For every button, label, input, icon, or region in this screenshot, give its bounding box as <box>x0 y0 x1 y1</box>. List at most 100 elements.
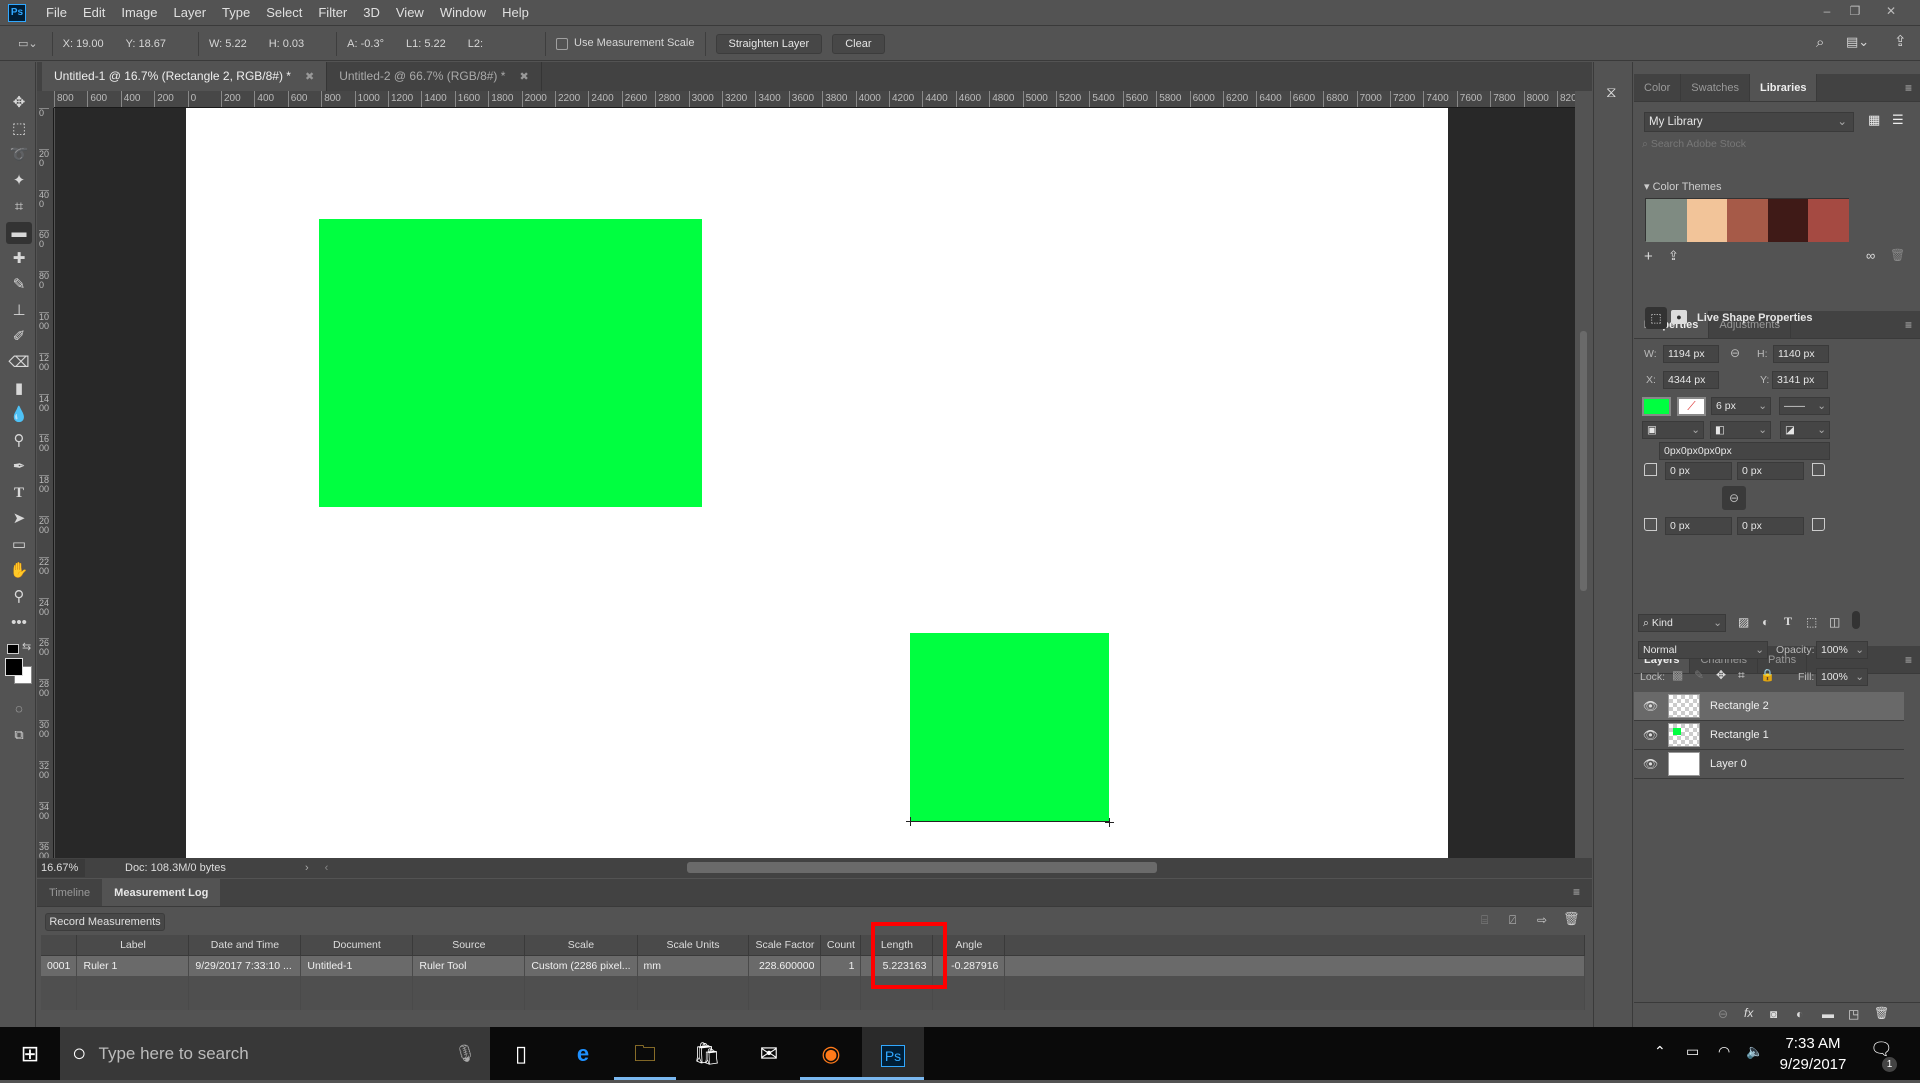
restore-button[interactable]: ❐ <box>1842 2 1868 20</box>
gradient-tool-icon[interactable]: ▮ <box>6 378 32 400</box>
search-icon[interactable]: ⌕ <box>1816 34 1824 51</box>
default-colors-icon[interactable] <box>7 644 19 654</box>
theme-color-swatch[interactable] <box>1687 199 1727 242</box>
grid-view-icon[interactable]: ▦ <box>1868 112 1880 128</box>
more-tools-icon[interactable]: ••• <box>6 612 32 634</box>
show-hidden-icons-icon[interactable]: ⌃ <box>1654 1043 1666 1060</box>
horizontal-ruler[interactable]: 800 600 400 200 0 200 400 600 800 1000 1200 1400 160… <box>54 91 1575 108</box>
tab-measurement-log[interactable]: Measurement Log <box>102 879 221 906</box>
magic-wand-tool-icon[interactable]: ✦ <box>6 170 32 192</box>
column-header[interactable]: Source <box>412 935 526 956</box>
zoom-level-field[interactable]: 16.67% <box>37 859 85 877</box>
theme-color-swatch[interactable] <box>1808 199 1849 242</box>
clock-time[interactable]: 7:33 AM <box>1782 1035 1844 1052</box>
new-group-icon[interactable]: ▬ <box>1822 1007 1834 1021</box>
top-left-radius-field[interactable]: 0 px <box>1665 462 1732 480</box>
stroke-align-dropdown[interactable]: ▣ ⌄ <box>1642 421 1704 439</box>
stroke-width-dropdown[interactable]: 6 px ⌄ <box>1711 397 1771 415</box>
lock-all-icon[interactable]: 🔒 <box>1760 668 1775 682</box>
clone-stamp-tool-icon[interactable]: ⊥ <box>6 300 32 322</box>
list-view-icon[interactable]: ☰ <box>1892 112 1904 128</box>
dodge-tool-icon[interactable]: ⚲ <box>6 430 32 452</box>
stroke-type-dropdown[interactable]: —— ⌄ <box>1779 397 1830 415</box>
close-window-button[interactable]: ✕ <box>1878 2 1904 20</box>
firefox-icon[interactable]: ◉ <box>800 1027 862 1080</box>
new-adjustment-layer-icon[interactable]: ◐ <box>1796 1007 1803 1021</box>
layer-row-rectangle-2[interactable]: 👁 Rectangle 2 <box>1634 692 1904 721</box>
panel-menu-icon[interactable]: ≡ <box>1905 653 1912 667</box>
column-header[interactable] <box>41 935 78 956</box>
color-themes-section[interactable]: ▾ Color Themes <box>1644 180 1721 193</box>
layer-style-fx-icon[interactable]: fx <box>1744 1006 1753 1020</box>
tab-swatches[interactable]: Swatches <box>1681 74 1750 101</box>
minimize-button[interactable]: – <box>1814 2 1840 20</box>
edge-browser-icon[interactable]: e <box>552 1027 614 1080</box>
link-layers-icon[interactable]: ⊖ <box>1718 1007 1728 1021</box>
scroll-left-icon[interactable]: ‹ <box>325 862 329 874</box>
width-field[interactable]: 1194 px <box>1663 345 1719 363</box>
layer-row-rectangle-1[interactable]: 👁 Rectangle 1 <box>1634 721 1904 750</box>
filter-type-icon[interactable]: T <box>1784 614 1792 629</box>
mail-icon[interactable]: ✉ <box>738 1027 800 1080</box>
taskbar-search-box[interactable]: ○ Type here to search 🎙 <box>60 1027 490 1080</box>
ruler-origin[interactable] <box>37 91 54 108</box>
close-tab-icon[interactable]: ✖ <box>519 71 528 83</box>
tab-untitled-1[interactable]: Untitled-1 @ 16.7% (Rectangle 2, RGB/8#)… <box>42 62 328 91</box>
visibility-eye-icon[interactable]: 👁 <box>1643 757 1658 771</box>
rectangle-1-shape[interactable] <box>319 219 702 507</box>
lock-image-icon[interactable]: ✎ <box>1694 668 1704 682</box>
file-explorer-icon[interactable]: 🗀 <box>614 1027 676 1080</box>
stroke-color-swatch[interactable]: ⟋ <box>1677 397 1706 416</box>
visibility-eye-icon[interactable]: 👁 <box>1643 728 1658 742</box>
tab-color[interactable]: Color <box>1634 74 1682 101</box>
color-theme-swatches[interactable] <box>1645 198 1849 242</box>
filter-toggle[interactable] <box>1852 611 1860 629</box>
bottom-right-radius-field[interactable]: 0 px <box>1737 517 1804 535</box>
menu-3d[interactable]: 3D <box>355 0 388 26</box>
swap-colors-icon[interactable]: ⇆ <box>22 640 31 653</box>
panel-menu-icon[interactable]: ≡ <box>1905 81 1912 95</box>
scroll-thumb[interactable] <box>1580 331 1587 591</box>
store-icon[interactable]: 🛍 <box>676 1027 738 1080</box>
height-field[interactable]: 1140 px <box>1773 345 1829 363</box>
column-header[interactable]: Scale <box>524 935 638 956</box>
corner-radii-field[interactable]: 0px0px0px0px <box>1659 442 1830 460</box>
theme-color-swatch[interactable] <box>1727 199 1768 242</box>
library-dropdown[interactable]: My Library ⌄ <box>1644 112 1854 132</box>
new-layer-icon[interactable]: ◳ <box>1848 1007 1859 1021</box>
clock-date[interactable]: 9/29/2017 <box>1778 1056 1848 1073</box>
column-header[interactable]: Label <box>76 935 190 956</box>
pen-tool-icon[interactable]: ✒ <box>6 456 32 478</box>
mask-icon[interactable]: ● <box>1671 310 1687 324</box>
lasso-tool-icon[interactable]: ➰ <box>6 144 32 166</box>
delete-icon[interactable]: 🗑 <box>1890 248 1905 262</box>
visibility-eye-icon[interactable]: 👁 <box>1643 699 1658 713</box>
link-corners-icon[interactable]: ⊖ <box>1722 486 1746 510</box>
menu-layer[interactable]: Layer <box>166 0 215 26</box>
menu-select[interactable]: Select <box>258 0 310 26</box>
use-measurement-scale-checkbox[interactable]: Use Measurement Scale <box>556 37 695 50</box>
select-all-measurements-icon[interactable]: ⌸ <box>1481 913 1488 928</box>
record-measurements-button[interactable]: Record Measurements <box>45 913 165 931</box>
fill-color-swatch[interactable] <box>1642 397 1671 416</box>
tab-libraries[interactable]: Libraries <box>1750 74 1818 101</box>
menu-help[interactable]: Help <box>494 0 537 26</box>
menu-file[interactable]: File <box>38 0 75 26</box>
column-header[interactable]: Count <box>820 935 862 956</box>
ruler-tool-icon[interactable]: ▬ <box>6 222 32 244</box>
history-panel-icon[interactable]: ⧖ <box>1606 84 1617 101</box>
move-tool-icon[interactable]: ✥ <box>6 92 32 114</box>
share-icon[interactable]: ⇪ <box>1894 32 1907 50</box>
export-measurements-icon[interactable]: ⇨ <box>1537 913 1547 927</box>
document-canvas[interactable] <box>186 108 1448 858</box>
tab-untitled-2[interactable]: Untitled-2 @ 66.7% (RGB/8#) * ✖ <box>327 62 542 91</box>
path-selection-tool-icon[interactable]: ➤ <box>6 508 32 530</box>
close-tab-icon[interactable]: ✖ <box>305 71 314 83</box>
volume-muted-icon[interactable]: 🔈 <box>1746 1043 1763 1060</box>
theme-color-swatch[interactable] <box>1768 199 1808 242</box>
opacity-field[interactable]: 100% ⌄ <box>1816 641 1868 659</box>
top-right-radius-field[interactable]: 0 px <box>1737 462 1804 480</box>
upload-icon[interactable]: ⇪ <box>1668 248 1679 264</box>
hand-tool-icon[interactable]: ✋ <box>6 560 32 582</box>
table-row[interactable]: 0001 Ruler 1 9/29/2017 7:33:10 ... Untitled… <box>41 955 1585 976</box>
